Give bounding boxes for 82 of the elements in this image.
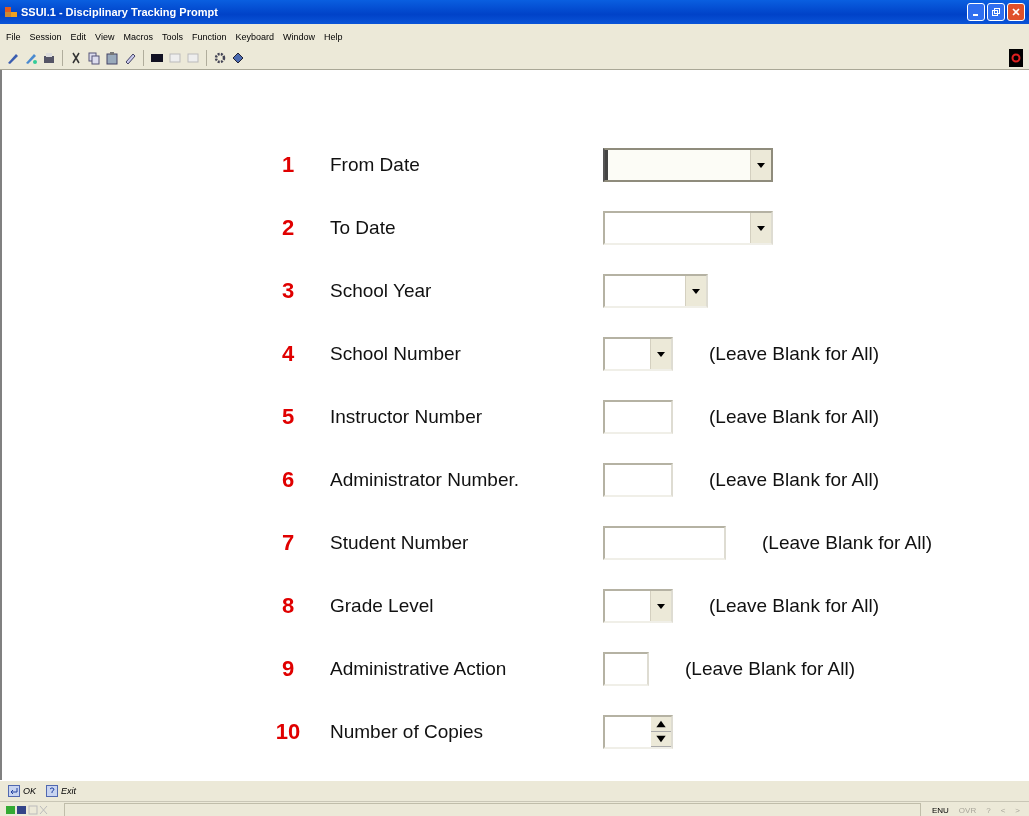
step-number: 5	[280, 404, 296, 430]
restore-icon	[992, 8, 1000, 16]
status-indicator: ?	[985, 805, 992, 815]
field-label: Instructor Number	[330, 406, 484, 428]
dropdown-button[interactable]	[650, 339, 671, 369]
help-icon	[46, 785, 58, 797]
dropdown-button[interactable]	[750, 213, 771, 243]
step-number: 3	[280, 278, 296, 304]
menu-item[interactable]: Keyboard	[235, 32, 274, 42]
menu-item[interactable]: Help	[324, 32, 343, 42]
pencil-icon[interactable]	[24, 51, 38, 65]
step-number: 2	[280, 215, 296, 241]
field-label: School Year	[330, 280, 433, 302]
status-indicator: <	[999, 805, 1007, 815]
input-field[interactable]	[603, 652, 649, 686]
step-number: 10	[274, 719, 302, 745]
field-hint: (Leave Blank for All)	[762, 532, 933, 554]
step-number: 4	[280, 341, 296, 367]
logo-icon	[1009, 49, 1023, 67]
paste-icon[interactable]	[105, 51, 119, 65]
exit-button[interactable]: Exit	[46, 785, 77, 797]
field-label: From Date	[330, 154, 421, 176]
menu-item[interactable]: File	[6, 32, 21, 42]
spinner-buttons[interactable]	[651, 717, 671, 747]
status-indicator: >	[1014, 805, 1021, 815]
menu-item[interactable]: Function	[191, 32, 227, 42]
field-label: Administrator Number.	[330, 469, 520, 491]
caret-icon	[692, 288, 700, 294]
menu-item[interactable]: Session	[29, 32, 62, 42]
step-number: 7	[280, 530, 296, 556]
enter-icon	[8, 785, 20, 797]
dropdown-field[interactable]	[603, 589, 673, 623]
printer-icon[interactable]	[42, 51, 56, 65]
field-hint: (Leave Blank for All)	[709, 343, 880, 365]
status-indicator: ENU	[930, 805, 950, 815]
app-icon	[4, 5, 18, 19]
dropdown-field[interactable]	[603, 211, 773, 245]
dropdown-field[interactable]	[603, 274, 708, 308]
input-field[interactable]	[603, 463, 673, 497]
field-label: School Number	[330, 343, 462, 365]
copy-icon[interactable]	[87, 51, 101, 65]
restore-button[interactable]	[987, 3, 1005, 21]
eraser-icon[interactable]	[123, 51, 137, 65]
field-hint: (Leave Blank for All)	[709, 469, 880, 491]
field-label: Number of Copies	[330, 721, 485, 743]
input-field[interactable]	[603, 400, 673, 434]
minimize-button[interactable]	[967, 3, 985, 21]
field-hint: (Leave Blank for All)	[685, 658, 856, 680]
menu-item[interactable]: Macros	[123, 32, 153, 42]
window-title: SSUI.1 - Disciplinary Tracking Prompt	[21, 6, 218, 18]
caret-icon	[657, 603, 665, 609]
field-hint: (Leave Blank for All)	[709, 406, 880, 428]
dropdown-button[interactable]	[685, 276, 706, 306]
dropdown-field[interactable]	[603, 337, 673, 371]
step-number: 8	[280, 593, 296, 619]
dropdown-button[interactable]	[650, 591, 671, 621]
pencil-icon[interactable]	[6, 51, 20, 65]
field-label: Student Number	[330, 532, 470, 554]
status-indicator: OVR	[957, 805, 978, 815]
dropdown-button[interactable]	[750, 150, 771, 180]
field-label: Administrative Action	[330, 658, 508, 680]
step-number: 9	[280, 656, 296, 682]
close-icon	[1012, 8, 1020, 16]
dropdown-field[interactable]	[603, 148, 773, 182]
scissors-icon[interactable]	[69, 51, 83, 65]
step-number: 6	[280, 467, 296, 493]
menu-item[interactable]: View	[95, 32, 115, 42]
menu-item[interactable]: Edit	[70, 32, 87, 42]
field-label: To Date	[330, 217, 397, 239]
caret-icon	[657, 351, 665, 357]
input-field[interactable]	[603, 526, 726, 560]
caret-icon	[757, 225, 765, 231]
ok-button[interactable]: OK	[8, 785, 36, 797]
spinner-field[interactable]	[603, 715, 673, 749]
menu-item[interactable]: Tools	[161, 32, 183, 42]
step-number: 1	[280, 152, 296, 178]
menu-item[interactable]: Window	[283, 32, 316, 42]
screen-icon[interactable]	[150, 51, 164, 65]
field-hint: (Leave Blank for All)	[709, 595, 880, 617]
caret-icon	[757, 162, 765, 168]
close-button[interactable]	[1007, 3, 1025, 21]
field-label: Grade Level	[330, 595, 435, 617]
